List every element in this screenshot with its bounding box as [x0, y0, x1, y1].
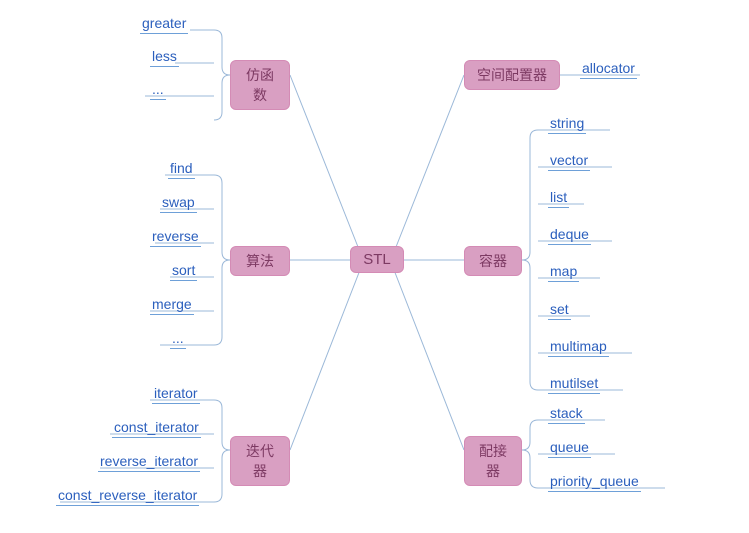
- leaf: find: [168, 160, 195, 179]
- leaf: sort: [170, 262, 197, 281]
- branch-allocator: 空间配置器: [464, 60, 560, 90]
- leaf: deque: [548, 226, 591, 245]
- leaf: mutilset: [548, 375, 600, 394]
- leaf: map: [548, 263, 579, 282]
- leaf: list: [548, 189, 569, 208]
- leaf: less: [150, 48, 179, 67]
- leaf: reverse_iterator: [98, 453, 200, 472]
- leaf: multimap: [548, 338, 609, 357]
- leaf: string: [548, 115, 586, 134]
- leaf: swap: [160, 194, 197, 213]
- leaf: priority_queue: [548, 473, 641, 492]
- leaf: merge: [150, 296, 194, 315]
- leaf: vector: [548, 152, 590, 171]
- branch-adapter: 配接器: [464, 436, 522, 486]
- leaf: const_iterator: [112, 419, 201, 438]
- leaf: greater: [140, 15, 188, 34]
- leaf: ...: [170, 330, 186, 349]
- branch-functors: 仿函数: [230, 60, 290, 110]
- leaf: set: [548, 301, 571, 320]
- leaf: reverse: [150, 228, 201, 247]
- leaf: const_reverse_iterator: [56, 487, 199, 506]
- branch-algorithm: 算法: [230, 246, 290, 276]
- branch-iterator: 迭代器: [230, 436, 290, 486]
- branch-container: 容器: [464, 246, 522, 276]
- leaf: ...: [150, 81, 166, 100]
- leaf: allocator: [580, 60, 637, 79]
- leaf: queue: [548, 439, 591, 458]
- leaf: iterator: [152, 385, 200, 404]
- leaf: stack: [548, 405, 585, 424]
- root-node: STL: [350, 246, 404, 273]
